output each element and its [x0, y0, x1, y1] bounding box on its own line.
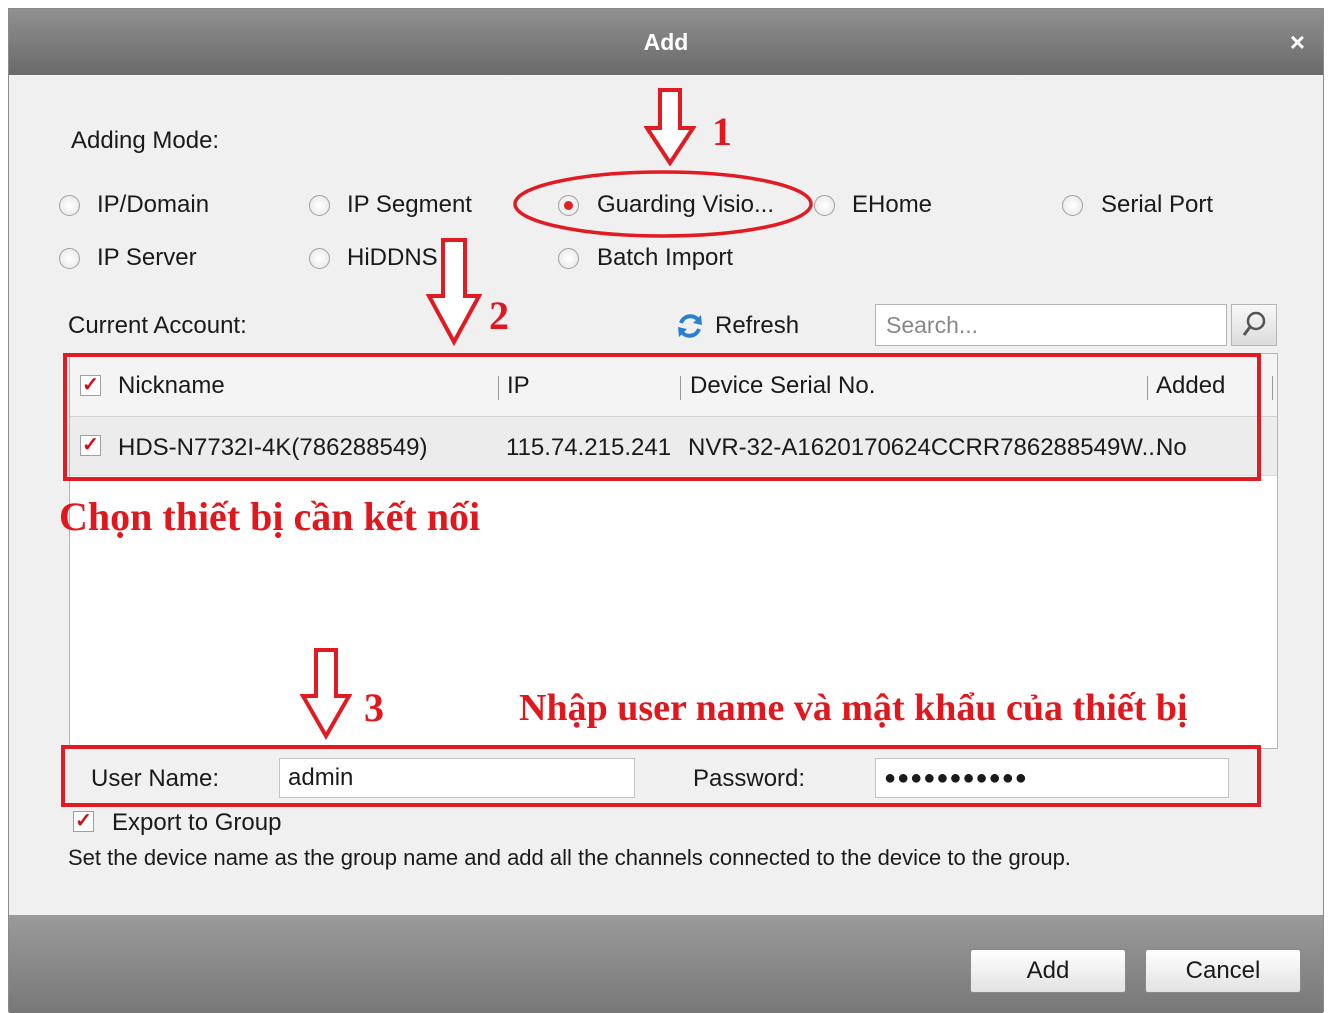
- annotation-arrow-down-icon: [300, 648, 352, 740]
- username-label: User Name:: [91, 765, 220, 792]
- annotation-arrow-down-icon: [426, 238, 482, 346]
- annotation-select-device: Chọn thiết bị cần kết nối: [59, 494, 481, 539]
- username-field[interactable]: [279, 758, 635, 798]
- radio-label-batch-import: Batch Import: [597, 244, 734, 271]
- annotation-arrow-down-icon: [644, 88, 696, 166]
- blank-patch: [400, 628, 508, 740]
- export-group-checkbox[interactable]: ✓: [73, 811, 94, 832]
- column-separator: [1272, 376, 1273, 400]
- dialog-footer: Add Cancel: [9, 915, 1323, 1013]
- radio-batch-import[interactable]: [558, 248, 579, 269]
- dialog-title: Add: [643, 29, 689, 55]
- radio-label-ip-segment: IP Segment: [347, 191, 472, 218]
- radio-label-ehome: EHome: [852, 191, 933, 218]
- export-group-description: Set the device name as the group name an…: [68, 845, 1071, 870]
- annotation-step-3: 3: [364, 685, 384, 730]
- radio-serial-port[interactable]: [1062, 195, 1083, 216]
- annotation-ellipse: [513, 170, 813, 238]
- radio-hiddns[interactable]: [309, 248, 330, 269]
- search-button[interactable]: [1231, 304, 1277, 346]
- export-group-label: Export to Group: [112, 809, 282, 836]
- password-field[interactable]: ●●●●●●●●●●●: [875, 758, 1229, 798]
- radio-label-ip-server: IP Server: [97, 244, 197, 271]
- radio-label-hiddns: HiDDNS: [347, 244, 438, 271]
- adding-mode-label: Adding Mode:: [71, 127, 220, 154]
- search-input[interactable]: [875, 304, 1227, 346]
- radio-ip-segment[interactable]: [309, 195, 330, 216]
- refresh-button[interactable]: Refresh: [675, 309, 815, 343]
- annotation-step-2: 2: [489, 293, 509, 338]
- radio-ehome[interactable]: [814, 195, 835, 216]
- refresh-icon: [678, 314, 702, 338]
- cancel-button[interactable]: Cancel: [1145, 949, 1301, 993]
- radio-label-ip-domain: IP/Domain: [97, 191, 210, 218]
- password-label: Password:: [693, 765, 806, 792]
- radio-ip-domain[interactable]: [59, 195, 80, 216]
- close-icon[interactable]: ×: [1290, 27, 1305, 58]
- add-button[interactable]: Add: [970, 949, 1126, 993]
- refresh-label: Refresh: [715, 312, 800, 339]
- radio-ip-server[interactable]: [59, 248, 80, 269]
- search-icon: [1242, 311, 1266, 336]
- annotation-step-1: 1: [712, 109, 732, 154]
- radio-label-serial-port: Serial Port: [1101, 191, 1214, 218]
- annotation-box-device: [63, 353, 1261, 481]
- current-account-label: Current Account:: [68, 312, 247, 339]
- title-bar: Add ×: [9, 9, 1323, 75]
- annotation-enter-credentials: Nhập user name và mật khẩu của thiết bị: [519, 687, 1188, 729]
